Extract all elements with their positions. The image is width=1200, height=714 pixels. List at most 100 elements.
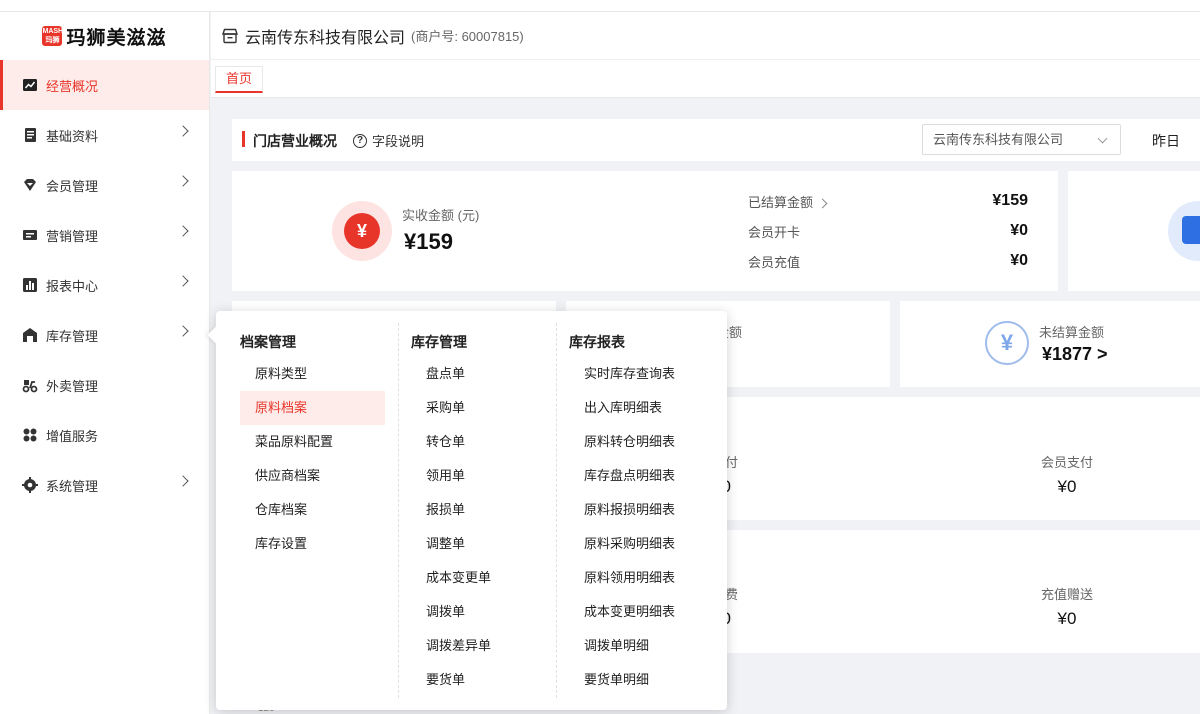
yuan-cross-icon: ¥ xyxy=(985,321,1029,365)
menu-item-stocktake[interactable]: 盘点单 xyxy=(411,357,541,391)
store-select-value: 云南传东科技有限公司 xyxy=(933,132,1064,147)
trend-chart-icon xyxy=(22,77,38,93)
sidebar-item-reports[interactable]: 报表中心 xyxy=(0,260,209,310)
delivery-icon xyxy=(22,377,38,393)
tab-home[interactable]: 首页 xyxy=(215,66,264,93)
logo[interactable]: MASHI 玛狮 玛狮美滋滋 xyxy=(0,12,209,60)
menu-column-archives: 档案管理 原料类型 原料档案 菜品原料配置 供应商档案 仓库档案 库存设置 xyxy=(216,323,398,698)
menu-item-allocation-diff[interactable]: 调拨差异单 xyxy=(411,629,541,663)
menu-item-material-type[interactable]: 原料类型 xyxy=(240,357,385,391)
sidebar-item-business-overview[interactable]: 经营概况 xyxy=(0,60,209,110)
member-payment-label: 会员支付 xyxy=(1040,455,1093,470)
menu-column-title: 档案管理 xyxy=(240,334,296,350)
sidebar-item-label: 库存管理 xyxy=(46,328,99,344)
document-icon xyxy=(22,127,38,143)
menu-item-requisition[interactable]: 领用单 xyxy=(411,459,541,493)
menu-item-cost-change-detail[interactable]: 成本变更明细表 xyxy=(569,595,714,629)
sidebar-item-members[interactable]: 会员管理 xyxy=(0,160,209,210)
sidebar: MASHI玛狮 玛狮美滋滋 经营概况 基础资料 会员管理 营销管理 报表中心 xyxy=(0,12,210,714)
revenue-value: ¥159 xyxy=(404,229,453,254)
menu-item-stocktake-detail[interactable]: 库存盘点明细表 xyxy=(569,459,714,493)
sidebar-item-delivery[interactable]: 外卖管理 xyxy=(0,360,209,410)
menu-item-cost-change[interactable]: 成本变更单 xyxy=(411,561,541,595)
member-payment-value: ¥0 xyxy=(1057,477,1077,496)
shopping-bag-icon xyxy=(1168,201,1200,261)
sidebar-item-label: 基础资料 xyxy=(46,128,99,144)
gear-icon xyxy=(22,477,38,493)
recharge-bonus-cell: 充值赠送 ¥0 xyxy=(1027,584,1107,629)
menu-item-allocation-detail[interactable]: 调拨单明细 xyxy=(569,629,714,663)
logo-mark-icon: MASHI 玛狮 xyxy=(42,26,66,46)
chevron-right-icon xyxy=(177,125,189,137)
member-recharge-value: ¥0 xyxy=(1010,252,1028,269)
settled-amount-label: 已结算金额 xyxy=(748,195,814,210)
section-accent-bar xyxy=(242,131,245,147)
chevron-right-icon xyxy=(177,325,189,337)
section-title: 门店营业概况 xyxy=(253,133,337,149)
field-help-link[interactable]: ? 字段说明 xyxy=(353,131,424,150)
chevron-right-icon xyxy=(177,175,189,187)
chevron-right-icon xyxy=(817,198,828,209)
sidebar-item-label: 会员管理 xyxy=(46,178,99,194)
store-select[interactable]: 云南传东科技有限公司 xyxy=(922,124,1121,155)
menu-item-requisition-detail[interactable]: 原料领用明细表 xyxy=(569,561,714,595)
menu-item-realtime-stock[interactable]: 实时库存查询表 xyxy=(569,357,714,391)
ticket-icon xyxy=(22,227,38,243)
menu-item-transfer-detail[interactable]: 原料转仓明细表 xyxy=(569,425,714,459)
sidebar-item-label: 增值服务 xyxy=(46,428,99,444)
menu-item-goods-request[interactable]: 要货单 xyxy=(411,663,541,697)
unsettled-value: ¥1877 > xyxy=(1042,344,1108,364)
settled-amount-value: ¥159 xyxy=(992,192,1028,209)
sidebar-item-label: 外卖管理 xyxy=(46,378,99,394)
chevron-right-icon xyxy=(177,225,189,237)
sidebar-item-label: 营销管理 xyxy=(46,228,99,244)
menu-item-purchase[interactable]: 采购单 xyxy=(411,391,541,425)
sidebar-item-basic-data[interactable]: 基础资料 xyxy=(0,110,209,160)
sidebar-item-inventory[interactable]: 库存管理 xyxy=(0,310,209,360)
tab-bar: 首页 xyxy=(211,60,1200,98)
menu-item-allocation[interactable]: 调拨单 xyxy=(411,595,541,629)
sidebar-item-value-added[interactable]: 增值服务 xyxy=(0,410,209,460)
menu-item-loss-report[interactable]: 报损单 xyxy=(411,493,541,527)
sidebar-item-system[interactable]: 系统管理 xyxy=(0,460,209,510)
revenue-label: 实收金额 (元) xyxy=(402,208,480,223)
grid-icon xyxy=(22,427,38,443)
menu-item-inventory-settings[interactable]: 库存设置 xyxy=(240,527,385,561)
settled-amount-row[interactable]: 已结算金额 ¥159 xyxy=(748,192,1028,211)
menu-item-material-archive[interactable]: 原料档案 xyxy=(240,391,385,425)
menu-item-in-out-detail[interactable]: 出入库明细表 xyxy=(569,391,714,425)
menu-item-loss-detail[interactable]: 原料报损明细表 xyxy=(569,493,714,527)
page-header: 云南传东科技有限公司 (商户号: 60007815) xyxy=(211,12,1200,60)
date-filter-yesterday[interactable]: 昨日 xyxy=(1152,131,1180,151)
chevron-down-icon xyxy=(1097,133,1108,144)
orders-card xyxy=(1068,171,1200,291)
merchant-number: (商户号: 60007815) xyxy=(411,29,524,44)
menu-item-warehouse-archive[interactable]: 仓库档案 xyxy=(240,493,385,527)
top-bar xyxy=(0,0,1200,12)
chevron-right-icon xyxy=(177,275,189,287)
diamond-icon xyxy=(22,177,38,193)
member-card-value: ¥0 xyxy=(1010,222,1028,239)
sidebar-item-label: 系统管理 xyxy=(46,478,99,494)
sidebar-item-marketing[interactable]: 营销管理 xyxy=(0,210,209,260)
sidebar-item-label: 报表中心 xyxy=(46,278,99,294)
menu-item-transfer[interactable]: 转仓单 xyxy=(411,425,541,459)
menu-item-goods-request-detail[interactable]: 要货单明细 xyxy=(569,663,714,697)
member-card-label: 会员开卡 xyxy=(748,225,801,240)
menu-item-adjustment[interactable]: 调整单 xyxy=(411,527,541,561)
menu-item-purchase-detail[interactable]: 原料采购明细表 xyxy=(569,527,714,561)
recharge-bonus-value: ¥0 xyxy=(1057,609,1077,628)
inventory-flyout-menu: 档案管理 原料类型 原料档案 菜品原料配置 供应商档案 仓库档案 库存设置 库存… xyxy=(216,311,727,710)
menu-column-title: 库存报表 xyxy=(569,334,625,350)
unsettled-label: 未结算金额 xyxy=(1039,325,1105,340)
member-recharge-label: 会员充值 xyxy=(748,255,801,270)
menu-item-dish-material-config[interactable]: 菜品原料配置 xyxy=(240,425,385,459)
unsettled-card[interactable]: ¥ 未结算金额 ¥1877 > xyxy=(900,301,1200,387)
field-help-label: 字段说明 xyxy=(372,134,425,149)
question-icon: ? xyxy=(353,133,367,148)
menu-column-reports: 库存报表 实时库存查询表 出入库明细表 原料转仓明细表 库存盘点明细表 原料报损… xyxy=(556,323,727,698)
recharge-bonus-label: 充值赠送 xyxy=(1040,587,1093,602)
overview-toolbar: 门店营业概况 ? 字段说明 云南传东科技有限公司 昨日 xyxy=(232,119,1200,161)
member-recharge-row: 会员充值 ¥0 xyxy=(748,252,1028,271)
menu-item-supplier-archive[interactable]: 供应商档案 xyxy=(240,459,385,493)
